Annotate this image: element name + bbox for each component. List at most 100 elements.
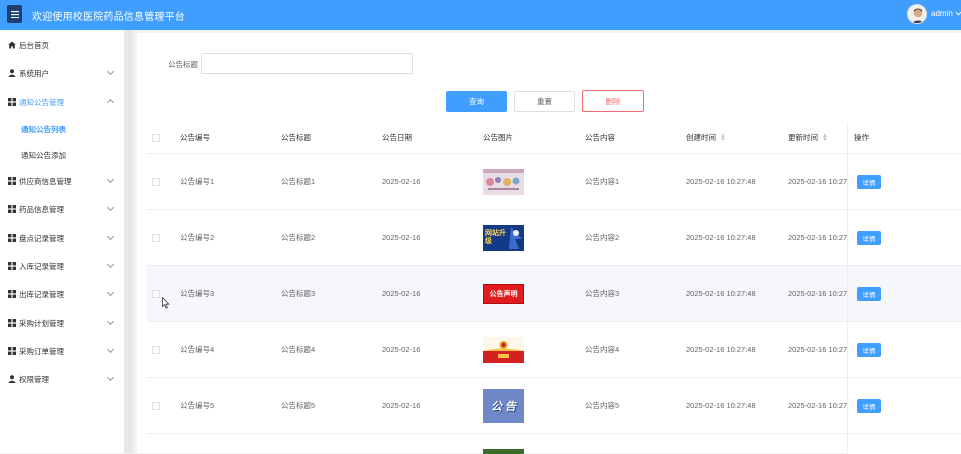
detail-button[interactable]: 详情 — [857, 287, 881, 301]
operation-column: 操作 — [847, 122, 961, 153]
column-header-created[interactable]: 创建时间 ▲ ▼ — [686, 122, 726, 153]
row-checkbox[interactable] — [152, 289, 160, 298]
sidebar-item-purchase-plan[interactable]: 采购计划管理 — [0, 309, 125, 337]
sidebar-item-label: 入库记录管理 — [19, 261, 64, 271]
sidebar-subitem-label: 通知公告列表 — [21, 124, 66, 134]
detail-button[interactable]: 详情 — [857, 343, 881, 357]
menu-toggle-button[interactable] — [7, 5, 22, 23]
cell-image: 网站升级 — [483, 210, 524, 265]
sidebar-item-system-users[interactable]: 系统用户 — [0, 59, 125, 87]
grid-icon — [7, 234, 16, 243]
row-checkbox-cell — [152, 154, 160, 209]
sidebar-item-label: 药品信息管理 — [19, 204, 64, 214]
cell-created: 2025-02-16 10:27:48 — [686, 177, 756, 186]
cell-date: 2025-02-16 — [382, 233, 421, 242]
chevron-up-icon — [106, 98, 115, 107]
sidebar-item-drug-info[interactable]: 药品信息管理 — [0, 195, 125, 223]
cell-created: 2025-02-16 10:27:48 — [686, 233, 756, 242]
sidebar-subitem-notice-list[interactable]: 通知公告列表 — [0, 116, 125, 142]
row-checkbox[interactable] — [152, 233, 160, 242]
chevron-down-icon — [106, 260, 115, 269]
reset-button[interactable]: 重置 — [514, 91, 575, 112]
avatar[interactable] — [907, 4, 927, 24]
sidebar-item-label: 权限管理 — [19, 374, 49, 384]
sidebar-item-purchase-order[interactable]: 采购订单管理 — [0, 337, 125, 365]
chevron-down-icon — [106, 67, 115, 76]
grid-icon — [7, 262, 16, 271]
top-header: 欢迎使用校医院药品信息管理平台 admin — [0, 0, 961, 30]
row-checkbox-cell — [152, 210, 160, 265]
cell-code: 公告编号1 — [180, 177, 215, 186]
app-title: 欢迎使用校医院药品信息管理平台 — [32, 12, 185, 23]
detail-button[interactable]: 详情 — [857, 399, 881, 413]
user-icon — [7, 375, 16, 384]
cell-code: 公告编号5 — [180, 401, 215, 410]
main-content: 公告标题 查询 重置 删除 公告编号 公告标题 公告日期 公告图片 公告内容 创… — [137, 33, 961, 454]
sidebar-item-permissions[interactable]: 权限管理 — [0, 365, 125, 393]
select-all-cell — [152, 122, 160, 153]
table-row — [147, 434, 961, 454]
chevron-down-icon — [106, 373, 115, 382]
column-header-code: 公告编号 — [180, 133, 210, 142]
table-row: 公告编号1 公告标题1 2025-02-16 公告内容1 2025-02-16 … — [147, 154, 961, 210]
sidebar-item-stock-out[interactable]: 出库记录管理 — [0, 280, 125, 308]
grid-icon — [7, 177, 16, 186]
mouse-cursor-icon — [162, 297, 170, 309]
sidebar-item-inventory-check[interactable]: 盘点记录管理 — [0, 224, 125, 252]
grid-icon — [7, 205, 16, 214]
column-header-title: 公告标题 — [281, 133, 311, 142]
grid-icon — [7, 319, 16, 328]
cell-date: 2025-02-16 — [382, 345, 421, 354]
sidebar-scrollbar[interactable] — [125, 30, 133, 453]
sidebar-item-label: 出库记录管理 — [19, 289, 64, 299]
grid-icon — [7, 347, 16, 356]
sidebar-item-stock-in[interactable]: 入库记录管理 — [0, 252, 125, 280]
sidebar-subitem-notice-add[interactable]: 通知公告添加 — [0, 142, 125, 168]
row-checkbox[interactable] — [152, 345, 160, 354]
notice-image: 网站升级 — [483, 224, 524, 251]
chevron-down-icon — [106, 288, 115, 297]
sidebar-item-home[interactable]: 后台首页 — [0, 31, 125, 59]
cell-updated: 2025-02-16 10:27: — [788, 401, 850, 410]
sidebar-item-notice-management[interactable]: 通知公告管理 — [0, 88, 125, 116]
table-row: 公告编号4 公告标题4 2025-02-16 公告内容4 2025-02-16 … — [147, 322, 961, 378]
sort-icon[interactable]: ▲ ▼ — [720, 133, 726, 143]
column-header-updated[interactable]: 更新时间 ▲ ▼ — [788, 122, 828, 153]
cell-image — [483, 322, 524, 377]
operation-cell: 详情 — [847, 322, 961, 377]
cell-content: 公告内容1 — [585, 177, 620, 186]
user-menu[interactable]: admin — [931, 9, 961, 18]
sidebar: 后台首页 系统用户 通知公告管理 通知公告列表 通知公告添加 供应商信息管理 药… — [0, 30, 125, 453]
cell-code: 公告编号2 — [180, 233, 215, 242]
sidebar-item-label: 盘点记录管理 — [19, 233, 64, 243]
select-all-checkbox[interactable] — [152, 133, 160, 142]
row-checkbox-cell — [152, 378, 160, 433]
notice-image: 公 告 — [483, 388, 524, 423]
table-row: 公告编号2 公告标题2 2025-02-16 网站升级 公告内容2 2025-0… — [147, 210, 961, 266]
sidebar-item-label: 采购订单管理 — [19, 346, 64, 356]
operation-cell: 详情 — [847, 210, 961, 265]
cell-date: 2025-02-16 — [382, 401, 421, 410]
cell-updated: 2025-02-16 10:27: — [788, 289, 850, 298]
delete-button[interactable]: 删除 — [582, 90, 644, 112]
sidebar-item-label: 通知公告管理 — [19, 97, 64, 107]
row-checkbox[interactable] — [152, 401, 160, 410]
notice-image-text: 网站升级 — [485, 229, 506, 245]
row-checkbox[interactable] — [152, 177, 160, 186]
sort-icon[interactable]: ▲ ▼ — [822, 133, 828, 143]
table-row: 公告编号5 公告标题5 2025-02-16 公 告 公告内容5 2025-02… — [147, 378, 961, 434]
chevron-down-icon — [106, 203, 115, 212]
detail-button[interactable]: 详情 — [857, 175, 881, 189]
notice-image-text: 公 告 — [490, 400, 517, 413]
cell-image: 公告声明 — [483, 266, 524, 321]
notice-title-input[interactable] — [201, 53, 413, 74]
column-header-image: 公告图片 — [483, 133, 513, 142]
sidebar-item-supplier[interactable]: 供应商信息管理 — [0, 167, 125, 195]
chevron-down-icon — [106, 345, 115, 354]
grid-icon — [7, 98, 16, 107]
sidebar-item-label: 供应商信息管理 — [19, 176, 72, 186]
cell-content: 公告内容3 — [585, 289, 620, 298]
query-button[interactable]: 查询 — [446, 91, 507, 112]
detail-button[interactable]: 详情 — [857, 231, 881, 245]
sidebar-item-label: 后台首页 — [19, 40, 49, 50]
